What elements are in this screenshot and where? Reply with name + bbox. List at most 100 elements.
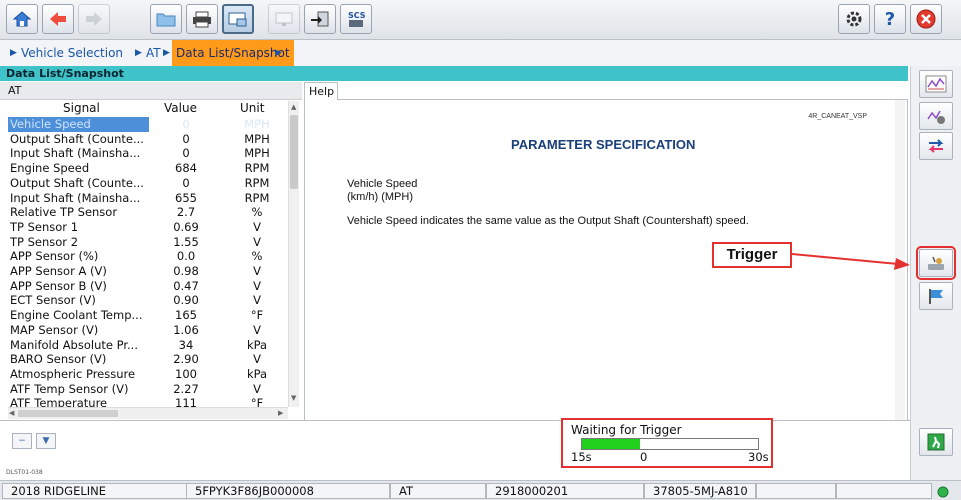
graph-button[interactable] — [919, 70, 953, 98]
cell-signal: Atmospheric Pressure — [10, 366, 136, 381]
cell-value: 684 — [175, 161, 197, 176]
export-button[interactable] — [304, 4, 336, 34]
cell-unit: MPH — [244, 146, 270, 161]
help-param-name: Vehicle Speed — [347, 178, 418, 190]
table-horizontal-scrollbar[interactable]: ◀ ▶ — [8, 407, 288, 419]
table-row[interactable]: Output Shaft (Counte... 0 RPM — [8, 176, 290, 191]
cell-unit: V — [253, 264, 261, 278]
progress-mid-label: 0 — [640, 450, 648, 464]
table-row[interactable]: APP Sensor B (V) 0.47 V — [8, 279, 290, 294]
status-empty-1 — [756, 483, 836, 499]
snapshot-button[interactable] — [222, 4, 254, 34]
breadcrumb-at[interactable]: AT — [146, 40, 161, 66]
table-row[interactable]: TP Sensor 2 1.55 V — [8, 235, 290, 250]
help-description: Vehicle Speed indicates the same value a… — [347, 215, 749, 227]
dropdown-button[interactable]: ▼ — [36, 433, 56, 449]
open-folder-button[interactable] — [150, 4, 182, 34]
graph-icon — [925, 75, 947, 93]
settings-icon — [846, 11, 862, 27]
scroll-right-icon[interactable]: ▶ — [278, 409, 283, 417]
cell-value: 0 — [182, 117, 190, 131]
breadcrumb-vehicle-selection[interactable]: Vehicle Selection — [21, 40, 123, 66]
scroll-down-icon[interactable]: ▼ — [291, 394, 296, 402]
table-row[interactable]: Manifold Absolute Pr... 34 kPa — [8, 338, 290, 353]
screen-code: DLST01-038 — [6, 469, 43, 476]
scs-button[interactable]: SCS — [340, 4, 372, 34]
toolbar: SCS ? — [0, 0, 961, 40]
scroll-left-icon[interactable]: ◀ — [9, 409, 14, 417]
table-row[interactable]: Engine Speed 684 RPM — [8, 161, 290, 176]
header-signal[interactable]: Signal — [63, 101, 100, 115]
signal-table: Signal Value Unit Vehicle Speed 0 MPH Outpu… — [8, 101, 298, 419]
progress-start-label: 15s — [571, 450, 592, 464]
table-row[interactable]: Engine Coolant Temp... 165 °F — [8, 308, 290, 323]
cell-unit: V — [253, 352, 261, 367]
cell-value: 2.7 — [176, 205, 196, 220]
cell-unit: RPM — [244, 161, 270, 176]
home-icon — [12, 11, 32, 27]
scs-icon: SCS — [348, 11, 366, 27]
cell-value: 655 — [175, 190, 197, 205]
print-button[interactable] — [186, 4, 218, 34]
status-system: AT — [390, 483, 486, 499]
cell-value: 1.55 — [173, 234, 199, 249]
monitor-button[interactable] — [268, 4, 300, 34]
trigger-wait-indicator: Waiting for Trigger 15s 0 30s — [561, 418, 773, 468]
back-button[interactable] — [42, 4, 74, 34]
scrollbar-thumb[interactable] — [18, 410, 118, 417]
status-part-number: 37805-5MJ-A810 — [644, 483, 756, 499]
header-unit[interactable]: Unit — [240, 101, 264, 115]
cell-value: 0.90 — [173, 293, 199, 308]
print-icon — [193, 11, 211, 28]
cell-signal: Engine Coolant Temp... — [10, 308, 143, 323]
scroll-up-icon[interactable]: ▲ — [291, 103, 296, 111]
cell-signal: TP Sensor 2 — [10, 234, 79, 249]
swap-icon — [928, 139, 944, 153]
table-row[interactable]: TP Sensor 1 0.69 V — [8, 220, 290, 235]
table-row[interactable]: ATF Temp Sensor (V) 2.27 V — [8, 382, 290, 397]
table-row[interactable]: Output Shaft (Counte... 0 MPH — [8, 132, 290, 147]
table-row[interactable]: BARO Sensor (V) 2.90 V — [8, 352, 290, 367]
cell-signal: Engine Speed — [10, 161, 90, 176]
cell-unit: MPH — [244, 131, 270, 146]
table-row[interactable]: MAP Sensor (V) 1.06 V — [8, 323, 290, 338]
exit-button[interactable] — [919, 428, 953, 456]
table-row[interactable]: Input Shaft (Mainsha... 0 MPH — [8, 146, 290, 161]
header-value[interactable]: Value — [164, 101, 197, 115]
settings-button[interactable] — [838, 4, 870, 34]
status-vin: 5FPYK3F86JB000008 — [186, 483, 390, 499]
help-code: 4R_CANEAT_VSP — [808, 113, 867, 120]
cell-signal: Input Shaft (Mainsha... — [10, 146, 141, 161]
table-row[interactable]: APP Sensor A (V) 0.98 V — [8, 264, 290, 279]
step-back-button[interactable]: − — [12, 433, 32, 449]
flag-button[interactable] — [919, 282, 953, 310]
cell-unit: kPa — [246, 366, 268, 381]
close-button[interactable] — [910, 4, 942, 34]
home-button[interactable] — [6, 4, 38, 34]
help-button[interactable]: ? — [874, 4, 906, 34]
table-row[interactable]: APP Sensor (%) 0.0% — [8, 249, 290, 264]
scrollbar-thumb[interactable] — [290, 115, 298, 189]
cell-value: 0 — [182, 131, 190, 146]
help-param-units: (km/h) (MPH) — [347, 191, 413, 203]
trigger-icon — [928, 256, 944, 270]
graph-settings-button[interactable] — [919, 102, 953, 130]
cell-signal: Output Shaft (Counte... — [10, 175, 144, 190]
table-row[interactable]: Vehicle Speed 0 MPH — [8, 117, 270, 132]
cell-unit: RPM — [244, 190, 270, 205]
graph-settings-icon — [927, 110, 945, 124]
cell-value: 2.27 — [173, 381, 199, 396]
swap-button[interactable] — [919, 132, 953, 160]
table-row[interactable]: Atmospheric Pressure 100 kPa — [8, 367, 290, 382]
trigger-button[interactable] — [916, 246, 956, 280]
cell-unit: % — [251, 249, 263, 264]
table-row[interactable]: Input Shaft (Mainsha... 655 RPM — [8, 191, 290, 206]
table-row[interactable]: Relative TP Sensor 2.7% — [8, 205, 290, 220]
table-row[interactable]: ECT Sensor (V) 0.90 V — [8, 293, 290, 308]
table-vertical-scrollbar[interactable]: ▲ ▼ — [288, 101, 299, 407]
snapshot-icon — [228, 12, 247, 27]
wait-title: Waiting for Trigger — [571, 423, 682, 437]
forward-button[interactable] — [78, 4, 110, 34]
exit-icon — [927, 433, 945, 451]
tab-help[interactable]: Help — [304, 82, 338, 100]
